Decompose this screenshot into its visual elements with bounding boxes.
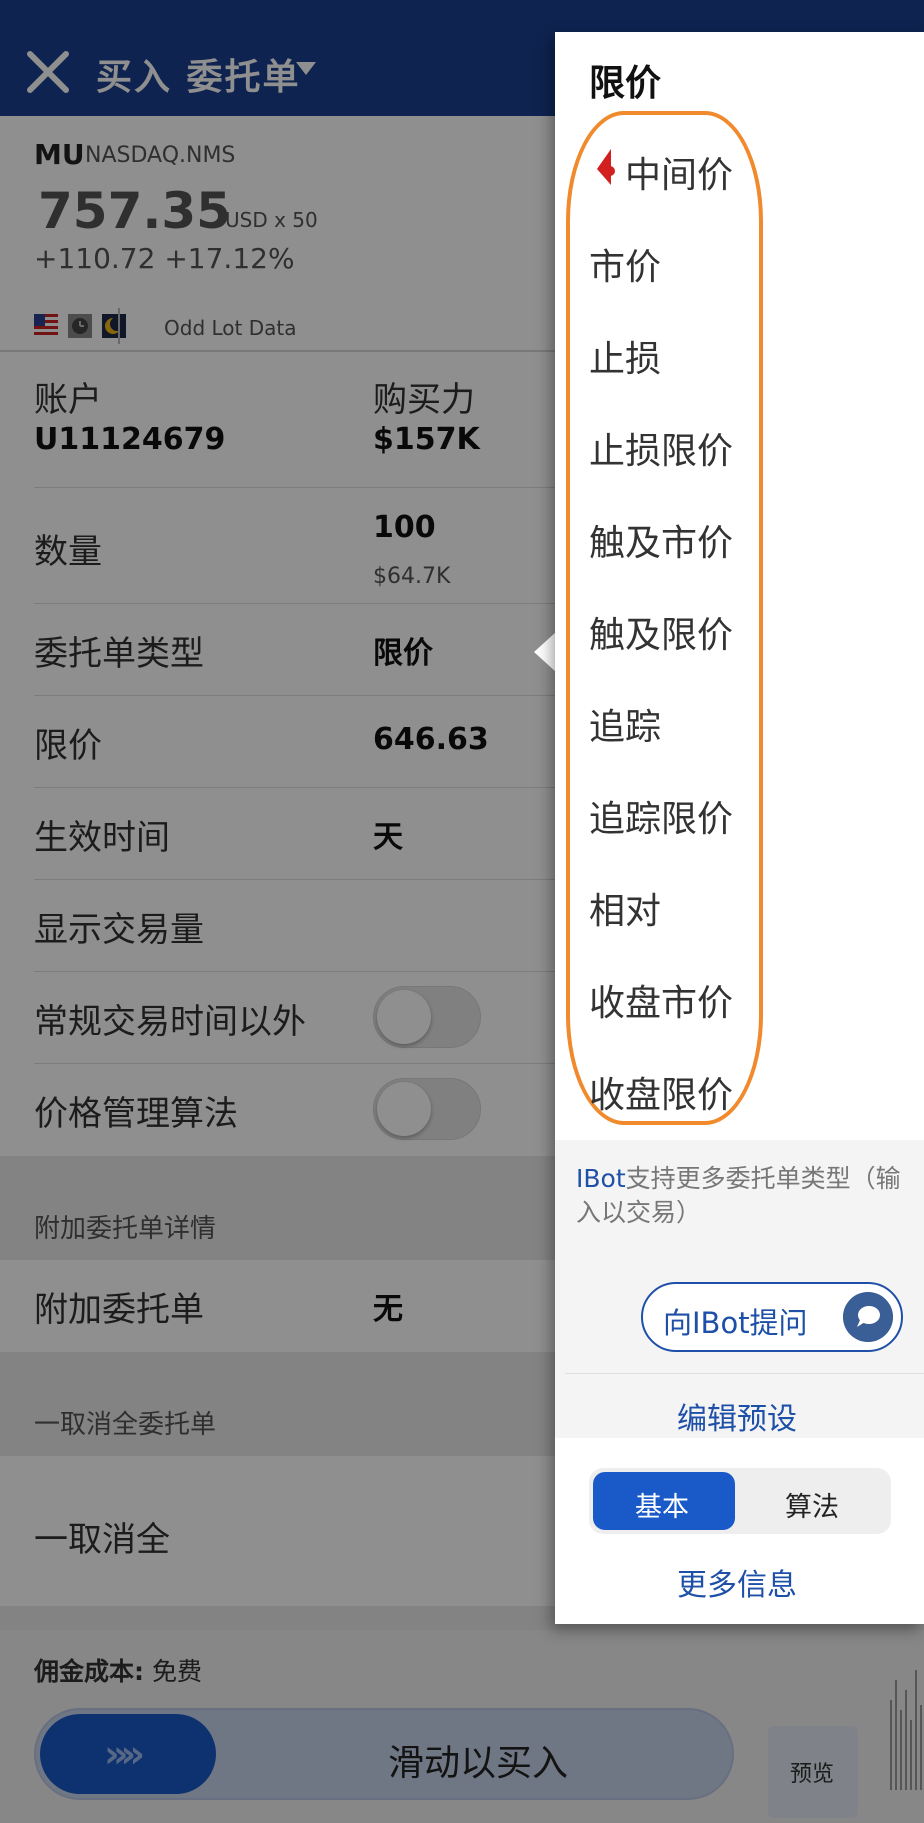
- mode-basic-tab[interactable]: 基本: [593, 1472, 735, 1530]
- mode-basic-label: 基本: [635, 1492, 689, 1523]
- order-type-option-market[interactable]: 市价: [589, 238, 661, 290]
- mode-segmented-control: 基本 算法: [589, 1468, 891, 1534]
- order-type-option-loc[interactable]: 收盘限价: [589, 1066, 733, 1118]
- mode-algo-label: 算法: [785, 1492, 839, 1523]
- order-type-option-trailing-limit[interactable]: 追踪限价: [589, 790, 733, 842]
- chat-bubble-icon: [843, 1292, 893, 1342]
- order-type-option-moc[interactable]: 收盘市价: [589, 974, 733, 1026]
- order-type-option-relative[interactable]: 相对: [589, 882, 661, 934]
- order-type-option-stop[interactable]: 止损: [589, 330, 661, 382]
- mode-algo-tab[interactable]: 算法: [735, 1472, 887, 1530]
- order-type-option-trailing[interactable]: 追踪: [589, 698, 661, 750]
- ibot-hint-text: 支持更多委托单类型（输入以交易）: [576, 1164, 901, 1227]
- order-type-option-stop-limit[interactable]: 止损限价: [589, 422, 733, 474]
- more-info-link[interactable]: 更多信息: [677, 1560, 797, 1604]
- ibkr-logo-icon: [597, 149, 615, 185]
- order-type-popover: 限价 中间价 市价 止损 止损限价 触及市价 触及限价 追踪 追踪限价 相对 收…: [555, 32, 924, 1624]
- ask-ibot-label: 向IBot提问: [663, 1306, 808, 1340]
- ibot-section: IBot支持更多委托单类型（输入以交易） 向IBot提问 编辑预设: [555, 1140, 924, 1438]
- ibot-brand: IBot: [576, 1164, 626, 1193]
- divider: [565, 1373, 924, 1374]
- edit-presets-link[interactable]: 编辑预设: [677, 1394, 797, 1438]
- selected-order-type[interactable]: 限价: [589, 54, 661, 106]
- order-type-option-mit[interactable]: 触及市价: [589, 514, 733, 566]
- popover-pointer: [534, 632, 556, 672]
- order-type-option-midprice[interactable]: 中间价: [625, 146, 733, 198]
- order-type-option-lit[interactable]: 触及限价: [589, 606, 733, 658]
- ask-ibot-button[interactable]: 向IBot提问: [641, 1282, 903, 1352]
- ibot-hint: IBot支持更多委托单类型（输入以交易）: [576, 1162, 906, 1230]
